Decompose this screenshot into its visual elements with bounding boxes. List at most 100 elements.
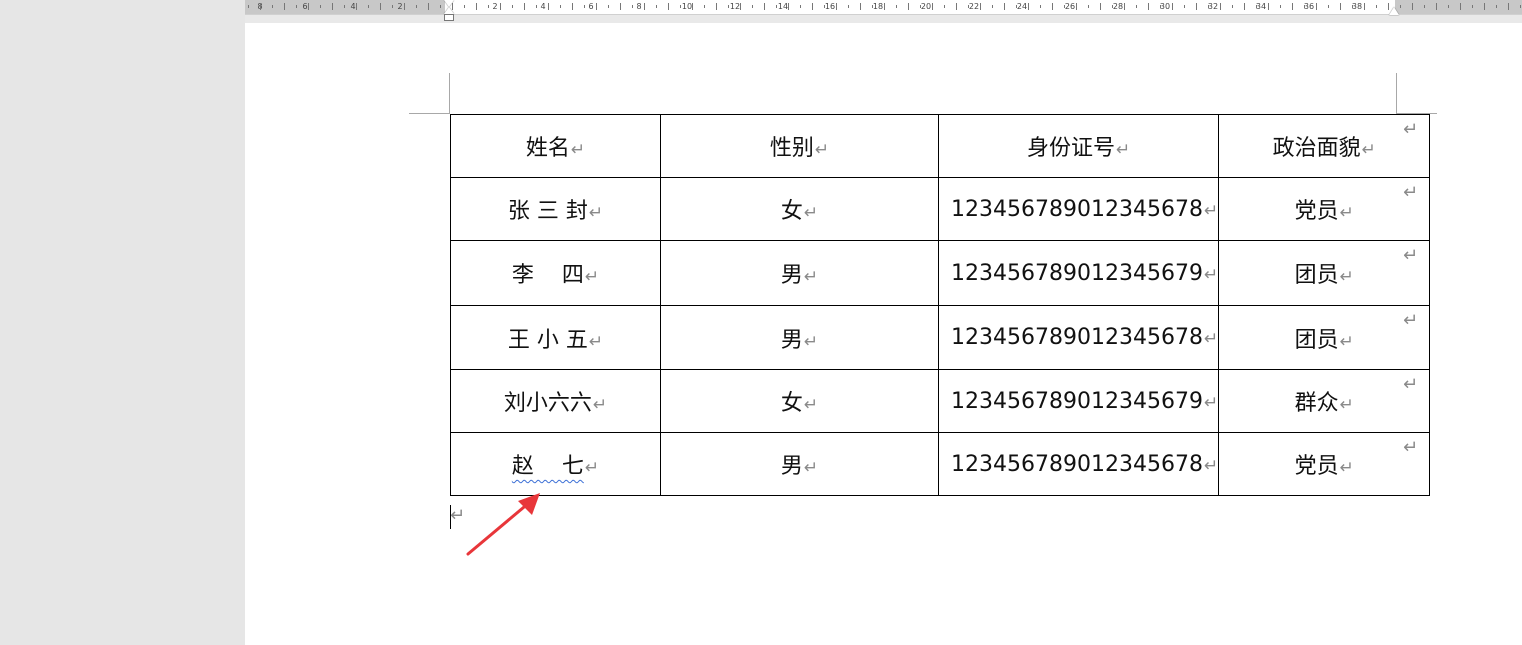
ruler-tick: [1004, 3, 1005, 10]
paragraph-mark: ↵: [592, 395, 608, 415]
ruler-number: 32: [1207, 2, 1219, 11]
ruler-tick: [788, 3, 789, 10]
id-cell[interactable]: 123456789012345679↵: [937, 240, 1220, 306]
ruler-tick: [524, 3, 525, 10]
ruler-tick: [692, 3, 693, 10]
end-of-row-mark: ↵: [1403, 437, 1419, 458]
politics-value: 群众: [1294, 391, 1339, 416]
ruler-tick: [428, 3, 429, 10]
right-indent-marker[interactable]: [1389, 7, 1399, 15]
ruler-tick: [1184, 5, 1185, 8]
left-indent-marker[interactable]: [444, 14, 454, 21]
header-label: 身份证号: [1026, 136, 1115, 161]
ruler-tick: [476, 3, 477, 10]
ruler-number: 20: [920, 2, 932, 11]
politics-cell[interactable]: 党员↵: [1218, 432, 1431, 496]
politics-cell[interactable]: 党员↵: [1218, 177, 1431, 241]
ruler-tick: [1208, 5, 1209, 8]
ruler-tick: [1124, 3, 1125, 10]
first-line-indent-marker[interactable]: [444, 0, 454, 7]
ruler-tick: [620, 3, 621, 10]
name-cell[interactable]: 王 小 五↵: [450, 305, 661, 370]
crop-mark: [449, 73, 450, 113]
gender-cell[interactable]: 女↵: [660, 177, 939, 241]
paragraph-mark: ↵: [1361, 140, 1376, 160]
name-value: 王 小 五: [507, 327, 588, 353]
ruler-number: 22: [968, 2, 980, 11]
table-row: 张 三 封↵ 女↵ 123456789012345678↵ 党员↵: [450, 177, 1431, 241]
ruler-number: 36: [1303, 2, 1315, 11]
ruler-tick: [1232, 5, 1233, 8]
ruler-tick: [1400, 5, 1401, 8]
ruler-tick: [1076, 3, 1077, 10]
name-cell[interactable]: 刘小六六↵: [450, 369, 661, 433]
ruler-tick: [956, 3, 957, 10]
id-value: 123456789012345678: [951, 196, 1203, 222]
id-cell[interactable]: 123456789012345678↵: [937, 432, 1220, 496]
ruler-tick: [536, 5, 537, 8]
ruler-tick: [368, 5, 369, 8]
gender-value: 男: [780, 454, 803, 479]
table-row: 李 四↵ 男↵ 123456789012345679↵ 团员↵: [450, 240, 1431, 306]
header-cell-id[interactable]: 身份证号↵: [937, 114, 1220, 178]
ruler-tick: [1304, 5, 1305, 8]
paragraph-mark: ↵: [803, 395, 819, 415]
ruler-tick: [356, 3, 357, 10]
politics-cell[interactable]: 团员↵: [1218, 305, 1431, 370]
name-cell[interactable]: 李 四↵: [450, 240, 661, 306]
ruler-tick: [716, 3, 717, 10]
ruler-tick: [416, 5, 417, 8]
paragraph-mark: ↵: [803, 331, 819, 352]
name-cell[interactable]: 赵 七↵: [450, 432, 661, 496]
horizontal-ruler[interactable]: 8 6 4 2 2 4 6 8 10 12 14 16 18 20 22 24 …: [245, 0, 1522, 15]
ruler-tick: [836, 3, 837, 10]
data-table[interactable]: 姓名↵ 性别↵ 身份证号↵ 政治面貌↵ 张 三 封↵ 女↵ 1234567890…: [450, 114, 1431, 496]
end-of-row-mark: ↵: [1403, 119, 1419, 140]
ruler-tick: [1100, 3, 1101, 10]
hanging-indent-marker[interactable]: [444, 7, 454, 14]
ruler-tick: [332, 3, 333, 10]
paragraph-mark: ↵: [814, 140, 830, 160]
paragraph-mark: ↵: [1203, 392, 1219, 413]
ruler-shadow-band: [245, 15, 1522, 23]
ruler-tick: [1220, 3, 1221, 10]
ruler-number: 4: [540, 2, 546, 11]
ruler-tick: [1496, 5, 1497, 8]
gender-cell[interactable]: 男↵: [660, 240, 939, 306]
end-of-row-mark: ↵: [1403, 245, 1419, 266]
header-cell-gender[interactable]: 性别↵: [660, 114, 939, 178]
id-value: 123456789012345678: [951, 451, 1203, 477]
gender-cell[interactable]: 男↵: [660, 432, 939, 496]
ruler-tick: [548, 3, 549, 10]
name-cell[interactable]: 张 三 封↵: [450, 177, 661, 241]
gender-cell[interactable]: 男↵: [660, 305, 939, 370]
ruler-tick: [584, 5, 585, 8]
paragraph-mark: ↵: [1203, 264, 1219, 285]
ruler-tick: [596, 3, 597, 10]
ruler-tick: [824, 5, 825, 8]
ruler-tick: [1136, 5, 1137, 8]
paragraph-mark: ↵: [1203, 455, 1219, 476]
ruler-tick: [1328, 5, 1329, 8]
header-cell-politics[interactable]: 政治面貌↵: [1218, 114, 1431, 178]
ruler-tick: [1436, 3, 1437, 10]
gender-cell[interactable]: 女↵: [660, 369, 939, 433]
politics-cell[interactable]: 团员↵: [1218, 240, 1431, 306]
end-of-row-mark: ↵: [1403, 310, 1419, 331]
id-cell[interactable]: 123456789012345678↵: [937, 305, 1220, 370]
annotation-arrow-icon: [466, 493, 540, 556]
ruler-tick: [884, 3, 885, 10]
header-cell-name[interactable]: 姓名↵: [450, 114, 661, 178]
id-value: 123456789012345679: [951, 388, 1203, 414]
paragraph-mark: ↵: [803, 458, 819, 478]
ruler-tick: [908, 3, 909, 10]
ruler-tick: [860, 3, 861, 10]
politics-cell[interactable]: 群众↵: [1218, 369, 1431, 433]
gender-value: 女: [780, 391, 803, 416]
ruler-tick: [992, 5, 993, 8]
ruler-tick: [740, 3, 741, 10]
ruler-tick: [1520, 5, 1521, 8]
id-cell[interactable]: 123456789012345679↵: [937, 369, 1220, 433]
paragraph-mark: ↵: [1339, 395, 1354, 415]
id-cell[interactable]: 123456789012345678↵: [937, 177, 1220, 241]
